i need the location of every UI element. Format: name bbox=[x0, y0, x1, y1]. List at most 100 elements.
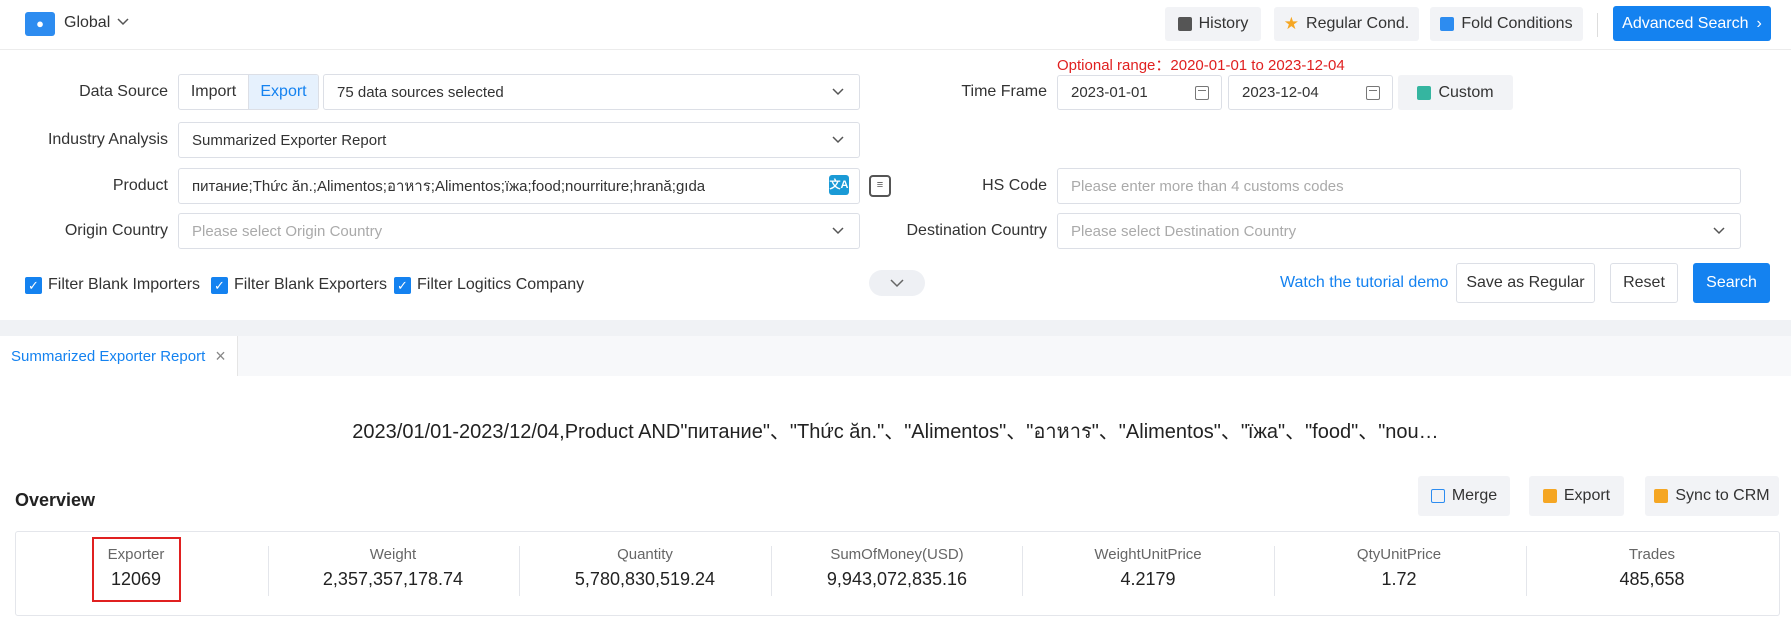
data-source-value: 75 data sources selected bbox=[337, 83, 504, 101]
stat-trades: Trades 485,658 bbox=[1542, 546, 1762, 590]
sync-to-crm-button[interactable]: Sync to CRM bbox=[1645, 476, 1779, 516]
export-toggle[interactable]: Export bbox=[249, 75, 318, 109]
origin-country-label: Origin Country bbox=[64, 222, 168, 239]
expand-more-button[interactable] bbox=[869, 270, 925, 296]
stat-weight: Weight 2,357,357,178.74 bbox=[283, 546, 503, 590]
hs-code-placeholder: Please enter more than 4 customs codes bbox=[1071, 177, 1344, 195]
advanced-search-label: Advanced Search bbox=[1622, 14, 1749, 32]
check-icon: ✓ bbox=[25, 276, 42, 294]
stat-sum-of-money: SumOfMoney(USD) 9,943,072,835.16 bbox=[787, 546, 1007, 590]
data-source-select[interactable]: 75 data sources selected bbox=[323, 74, 860, 110]
export-icon bbox=[1542, 489, 1557, 503]
chevron-down-icon bbox=[832, 227, 844, 235]
data-source-label: Data Source bbox=[79, 83, 168, 100]
chevron-down-icon bbox=[890, 279, 904, 288]
divider bbox=[1597, 13, 1598, 37]
globe-icon[interactable]: ● bbox=[25, 12, 55, 36]
stat-value: 4.2179 bbox=[1120, 569, 1176, 589]
overview-stats-panel: Exporter 12069 Weight 2,357,357,178.74 Q… bbox=[15, 531, 1780, 616]
reset-button[interactable]: Reset bbox=[1610, 263, 1678, 303]
calendar-icon bbox=[1195, 86, 1209, 100]
check-icon: ✓ bbox=[394, 276, 411, 294]
filter-blank-importers-label: Filter Blank Importers bbox=[48, 276, 201, 293]
fold-icon bbox=[1440, 17, 1455, 31]
divider bbox=[268, 546, 269, 596]
filter-blank-exporters-label: Filter Blank Exporters bbox=[234, 276, 387, 293]
scope-selector-label[interactable]: Global bbox=[64, 14, 110, 32]
destination-country-label: Destination Country bbox=[906, 222, 1047, 239]
close-icon[interactable]: × bbox=[215, 346, 226, 367]
filter-logistics-label: Filter Logitics Company bbox=[417, 276, 585, 293]
synonym-icon[interactable]: ≡ bbox=[869, 175, 891, 197]
filter-blank-importers-checkbox[interactable]: ✓ Filter Blank Importers bbox=[25, 276, 200, 294]
tab-summarized-exporter-report[interactable]: Summarized Exporter Report × bbox=[0, 336, 238, 376]
filter-logistics-checkbox[interactable]: ✓ Filter Logitics Company bbox=[394, 276, 584, 294]
regular-conditions-label: Regular Cond. bbox=[1306, 15, 1410, 32]
stat-value: 1.72 bbox=[1381, 569, 1417, 589]
stat-label: WeightUnitPrice bbox=[1094, 546, 1202, 563]
stat-value: 5,780,830,519.24 bbox=[574, 569, 716, 589]
merge-icon bbox=[1430, 489, 1445, 503]
top-bar: ● Global History ★ Regular Cond. Fold Co… bbox=[0, 0, 1791, 50]
divider bbox=[1526, 546, 1527, 596]
overview-title: Overview bbox=[15, 490, 96, 510]
start-date-input[interactable]: 2023-01-01 bbox=[1057, 75, 1222, 110]
end-date-value: 2023-12-04 bbox=[1242, 84, 1319, 101]
history-button[interactable]: History bbox=[1165, 7, 1261, 41]
stat-value: 9,943,072,835.16 bbox=[826, 569, 968, 589]
query-summary: 2023/01/01-2023/12/04,Product AND"питани… bbox=[352, 421, 1439, 443]
star-icon: ★ bbox=[1283, 14, 1300, 33]
export-button[interactable]: Export bbox=[1529, 476, 1624, 516]
industry-analysis-select[interactable]: Summarized Exporter Report bbox=[178, 122, 860, 158]
divider bbox=[771, 546, 772, 596]
tab-label: Summarized Exporter Report bbox=[11, 347, 206, 365]
regular-conditions-button[interactable]: ★ Regular Cond. bbox=[1274, 7, 1419, 41]
merge-label: Merge bbox=[1451, 487, 1498, 504]
divider bbox=[1274, 546, 1275, 596]
chevron-down-icon[interactable] bbox=[116, 14, 130, 30]
product-input[interactable]: питание;Thức ăn.;Alimentos;อาหาร;Aliment… bbox=[178, 168, 860, 204]
stat-label: Trades bbox=[1628, 546, 1676, 563]
fold-conditions-label: Fold Conditions bbox=[1461, 15, 1573, 32]
destination-country-placeholder: Please select Destination Country bbox=[1071, 222, 1297, 240]
fold-conditions-button[interactable]: Fold Conditions bbox=[1430, 7, 1583, 41]
translate-icon[interactable]: 文A bbox=[829, 175, 849, 195]
save-as-regular-button[interactable]: Save as Regular bbox=[1456, 263, 1595, 303]
merge-button[interactable]: Merge bbox=[1418, 476, 1510, 516]
custom-range-button[interactable]: Custom bbox=[1398, 75, 1513, 110]
divider bbox=[1022, 546, 1023, 596]
advanced-search-button[interactable]: Advanced Search › bbox=[1613, 6, 1771, 41]
custom-range-label: Custom bbox=[1438, 83, 1494, 101]
stat-value: 485,658 bbox=[1619, 569, 1685, 589]
tab-bar bbox=[0, 336, 1791, 376]
time-frame-label: Time Frame bbox=[961, 83, 1047, 100]
tutorial-link[interactable]: Watch the tutorial demo bbox=[1280, 274, 1448, 292]
import-toggle[interactable]: Import bbox=[179, 75, 249, 109]
custom-icon bbox=[1417, 85, 1432, 100]
sync-to-crm-label: Sync to CRM bbox=[1675, 487, 1770, 504]
end-date-input[interactable]: 2023-12-04 bbox=[1228, 75, 1393, 110]
stat-exporter: Exporter 12069 bbox=[26, 546, 246, 590]
check-icon: ✓ bbox=[211, 276, 228, 294]
filter-blank-exporters-checkbox[interactable]: ✓ Filter Blank Exporters bbox=[211, 276, 387, 294]
chevron-down-icon bbox=[832, 136, 844, 144]
search-button[interactable]: Search bbox=[1693, 263, 1770, 303]
stat-label: Quantity bbox=[617, 546, 673, 563]
industry-analysis-label: Industry Analysis bbox=[47, 131, 168, 148]
chevron-down-icon bbox=[832, 88, 844, 96]
hs-code-input[interactable]: Please enter more than 4 customs codes bbox=[1057, 168, 1741, 204]
stat-qty-unit-price: QtyUnitPrice 1.72 bbox=[1289, 546, 1509, 590]
origin-country-select[interactable]: Please select Origin Country bbox=[178, 213, 860, 249]
destination-country-select[interactable]: Please select Destination Country bbox=[1057, 213, 1741, 249]
stat-value[interactable]: 12069 bbox=[26, 569, 246, 590]
origin-country-placeholder: Please select Origin Country bbox=[192, 222, 383, 240]
product-value: питание;Thức ăn.;Alimentos;อาหาร;Aliment… bbox=[192, 178, 706, 195]
industry-analysis-value: Summarized Exporter Report bbox=[192, 131, 387, 149]
calendar-icon bbox=[1366, 86, 1380, 100]
history-icon bbox=[1177, 17, 1192, 31]
stat-label: SumOfMoney(USD) bbox=[830, 546, 964, 563]
chevron-down-icon bbox=[1713, 227, 1725, 235]
section-divider bbox=[0, 320, 1791, 336]
stat-weight-unit-price: WeightUnitPrice 4.2179 bbox=[1038, 546, 1258, 590]
product-label: Product bbox=[112, 177, 168, 194]
